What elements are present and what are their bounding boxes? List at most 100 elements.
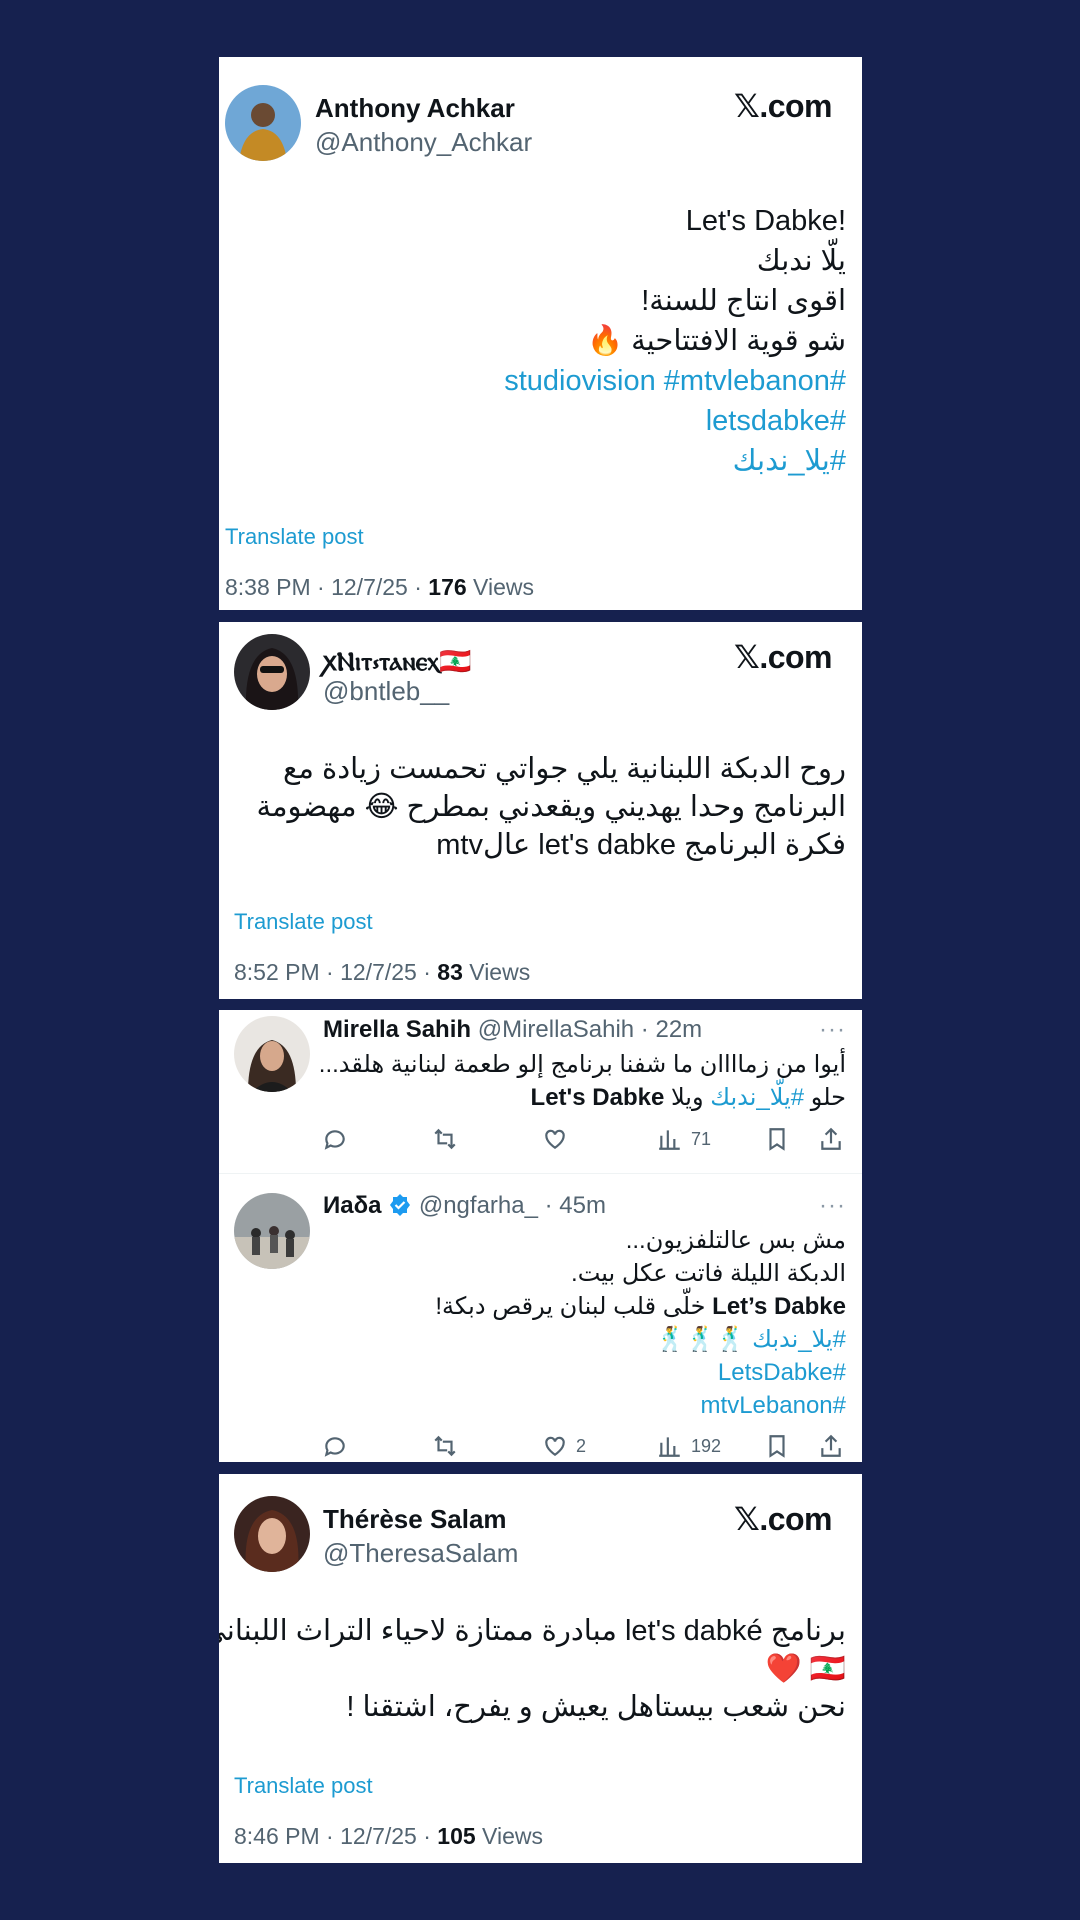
tweet-card-therese: Thérèse Salam @TheresaSalam 𝕏.com برنامج… [219,1474,862,1863]
reply-text: خلّى قلب لبنان يرقص دبكة! [435,1293,713,1320]
tweet-line: اقوى انتاج للسنة! [641,285,846,317]
views-button[interactable]: 71 [657,1124,711,1154]
avatar[interactable] [234,1193,310,1269]
hashtag-link[interactable]: #يلا_ندبك [504,441,846,481]
translate-post-link[interactable]: Translate post [234,1773,373,1799]
author-handle[interactable]: @TheresaSalam [323,1538,518,1569]
post-timestamp: 8:46 PM · 12/7/25 · [234,1823,438,1849]
reply-button[interactable] [322,1124,348,1154]
reply-icon [324,1437,345,1457]
share-icon [821,1127,841,1150]
verified-badge-icon [390,1194,411,1216]
share-icon [821,1434,841,1457]
view-count: 105 [437,1823,476,1849]
reply-body: أيوا من زماااان ما شفنا برنامج إلو طعمة … [319,1048,846,1114]
more-options-icon[interactable]: ··· [819,1192,846,1220]
author-handle[interactable]: @Anthony_Achkar [315,127,532,158]
author-handle[interactable]: @bntleb__ [323,676,449,707]
post-timestamp: 8:52 PM · 12/7/25 · [234,959,438,985]
post-timestamp: 8:38 PM · 12/7/25 · [225,574,429,600]
reply-button[interactable] [322,1431,348,1461]
bookmark-icon [769,1128,785,1151]
reply-line: مش بس عالتلفزيون... [625,1227,846,1254]
share-button[interactable] [818,1124,844,1154]
hashtag-link[interactable]: #mtvLebanon [435,1389,846,1422]
reply-line: أيوا من زماااان ما شفنا برنامج إلو طعمة … [318,1051,846,1078]
heart-icon [545,1436,565,1456]
author-name[interactable]: ꭗⲚⲓⲧ⳽ⲧⲁⲛⲉⲭ🇱🇧 [323,642,472,678]
repost-icon [434,1128,456,1150]
tweet-line: يلّا ندبك [756,245,846,277]
view-count: 83 [437,959,463,985]
x-com-logo: 𝕏.com [734,639,832,675]
views-label: Views [462,959,531,985]
hashtag-link[interactable]: #يلا_ندبك 🕺🕺🕺 [435,1323,846,1356]
like-count: 2 [576,1435,587,1456]
share-button[interactable] [818,1431,844,1461]
like-button[interactable]: 2 [542,1431,586,1461]
heart-icon [545,1129,565,1149]
hashtag-link[interactable]: #LetsDabke [435,1356,846,1389]
x-com-logo: 𝕏.com [734,88,832,124]
reply-line: حلو #يلّا_ندبك ويلا Let's Dabke [319,1081,846,1114]
action-bar: 71 [219,1124,862,1154]
tweet-line: البرنامج وحدا يهديني ويقعدني بمطرح 😂 مهض… [256,791,846,823]
analytics-icon [659,1437,680,1457]
hashtag-link[interactable]: #يلّا_ندبك [710,1084,804,1111]
avatar[interactable] [225,85,301,161]
reply-bold-text: Let's Dabke [530,1084,665,1111]
action-bar: 2 192 [219,1431,862,1461]
avatar[interactable] [234,1016,310,1092]
like-button[interactable] [542,1124,576,1154]
repost-icon [434,1435,456,1457]
views-count: 71 [691,1128,712,1149]
reply-line: Let’s Dabke خلّى قلب لبنان يرقص دبكة! [435,1290,846,1323]
repost-button[interactable] [432,1431,458,1461]
hashtag-link[interactable]: #studiovision #mtvlebanon [504,361,846,401]
reply-bold-text: Let’s Dabke [712,1293,846,1320]
author-handle[interactable]: @ngfarha_ · 45m [419,1192,606,1219]
tweet-body: برنامج let's dabké مبادرة ممتازة لاحياء … [219,1612,846,1726]
post-meta: 8:38 PM · 12/7/25 · 176 Views [225,574,534,601]
reply-icon [324,1130,345,1150]
views-button[interactable]: 192 [657,1431,721,1461]
tweet-line: نحن شعب بيستاهل يعيش و يفرح، اشتقنا ! [346,1691,846,1723]
tweet-line: برنامج let's dabké مبادرة ممتازة لاحياء … [219,1615,846,1647]
views-label: Views [466,574,534,600]
bookmark-button[interactable] [764,1431,790,1461]
translate-post-link[interactable]: Translate post [225,524,364,550]
divider [219,1173,862,1174]
reply-header: Mirella Sahih @MirellaSahih · 22m [323,1016,702,1044]
author-handle[interactable]: @MirellaSahih · 22m [478,1016,702,1043]
repost-button[interactable] [432,1124,458,1154]
tweet-body: !Let's Dabke يلّا ندبك اقوى انتاج للسنة!… [504,201,846,481]
author-name[interactable]: Anthony Achkar [315,93,515,124]
tweet-line: 🇱🇧 ❤️ [765,1653,846,1685]
reply-body: مش بس عالتلفزيون... الدبكة الليلة فاتت ع… [435,1224,846,1422]
avatar[interactable] [234,634,310,710]
tweet-card-bntleb: ꭗⲚⲓⲧ⳽ⲧⲁⲛⲉⲭ🇱🇧 @bntleb__ 𝕏.com روح الدبكة … [219,622,862,999]
author-name[interactable]: Mirella Sahih [323,1016,471,1043]
reply-line: الدبكة الليلة فاتت عكل بيت. [571,1260,846,1287]
reply-header: Иаδа @ngfarha_ · 45m [323,1192,606,1220]
bookmark-icon [769,1435,785,1458]
view-count: 176 [428,574,467,600]
author-name[interactable]: Иаδа [323,1192,382,1219]
replies-card: Mirella Sahih @MirellaSahih · 22m ··· أي… [219,1010,862,1462]
more-options-icon[interactable]: ··· [819,1016,846,1044]
post-meta: 8:46 PM · 12/7/25 · 105 Views [234,1823,543,1850]
tweet-line: شو قوية الافتتاحية 🔥 [586,325,846,357]
reply-text: ويلا [664,1084,711,1111]
author-name[interactable]: Thérèse Salam [323,1504,507,1535]
tweet-line: !Let's Dabke [685,205,846,237]
x-com-logo: 𝕏.com [734,1501,832,1537]
avatar[interactable] [234,1496,310,1572]
tweet-line: روح الدبكة اللبنانية يلي جواتي تحمست زيا… [282,753,846,785]
tweet-card-anthony: Anthony Achkar @Anthony_Achkar 𝕏.com !Le… [219,57,862,610]
post-meta: 8:52 PM · 12/7/25 · 83 Views [234,959,530,986]
views-label: Views [475,1823,543,1849]
analytics-icon [659,1130,680,1150]
translate-post-link[interactable]: Translate post [234,909,373,935]
bookmark-button[interactable] [764,1124,790,1154]
hashtag-link[interactable]: #letsdabke [504,401,846,441]
